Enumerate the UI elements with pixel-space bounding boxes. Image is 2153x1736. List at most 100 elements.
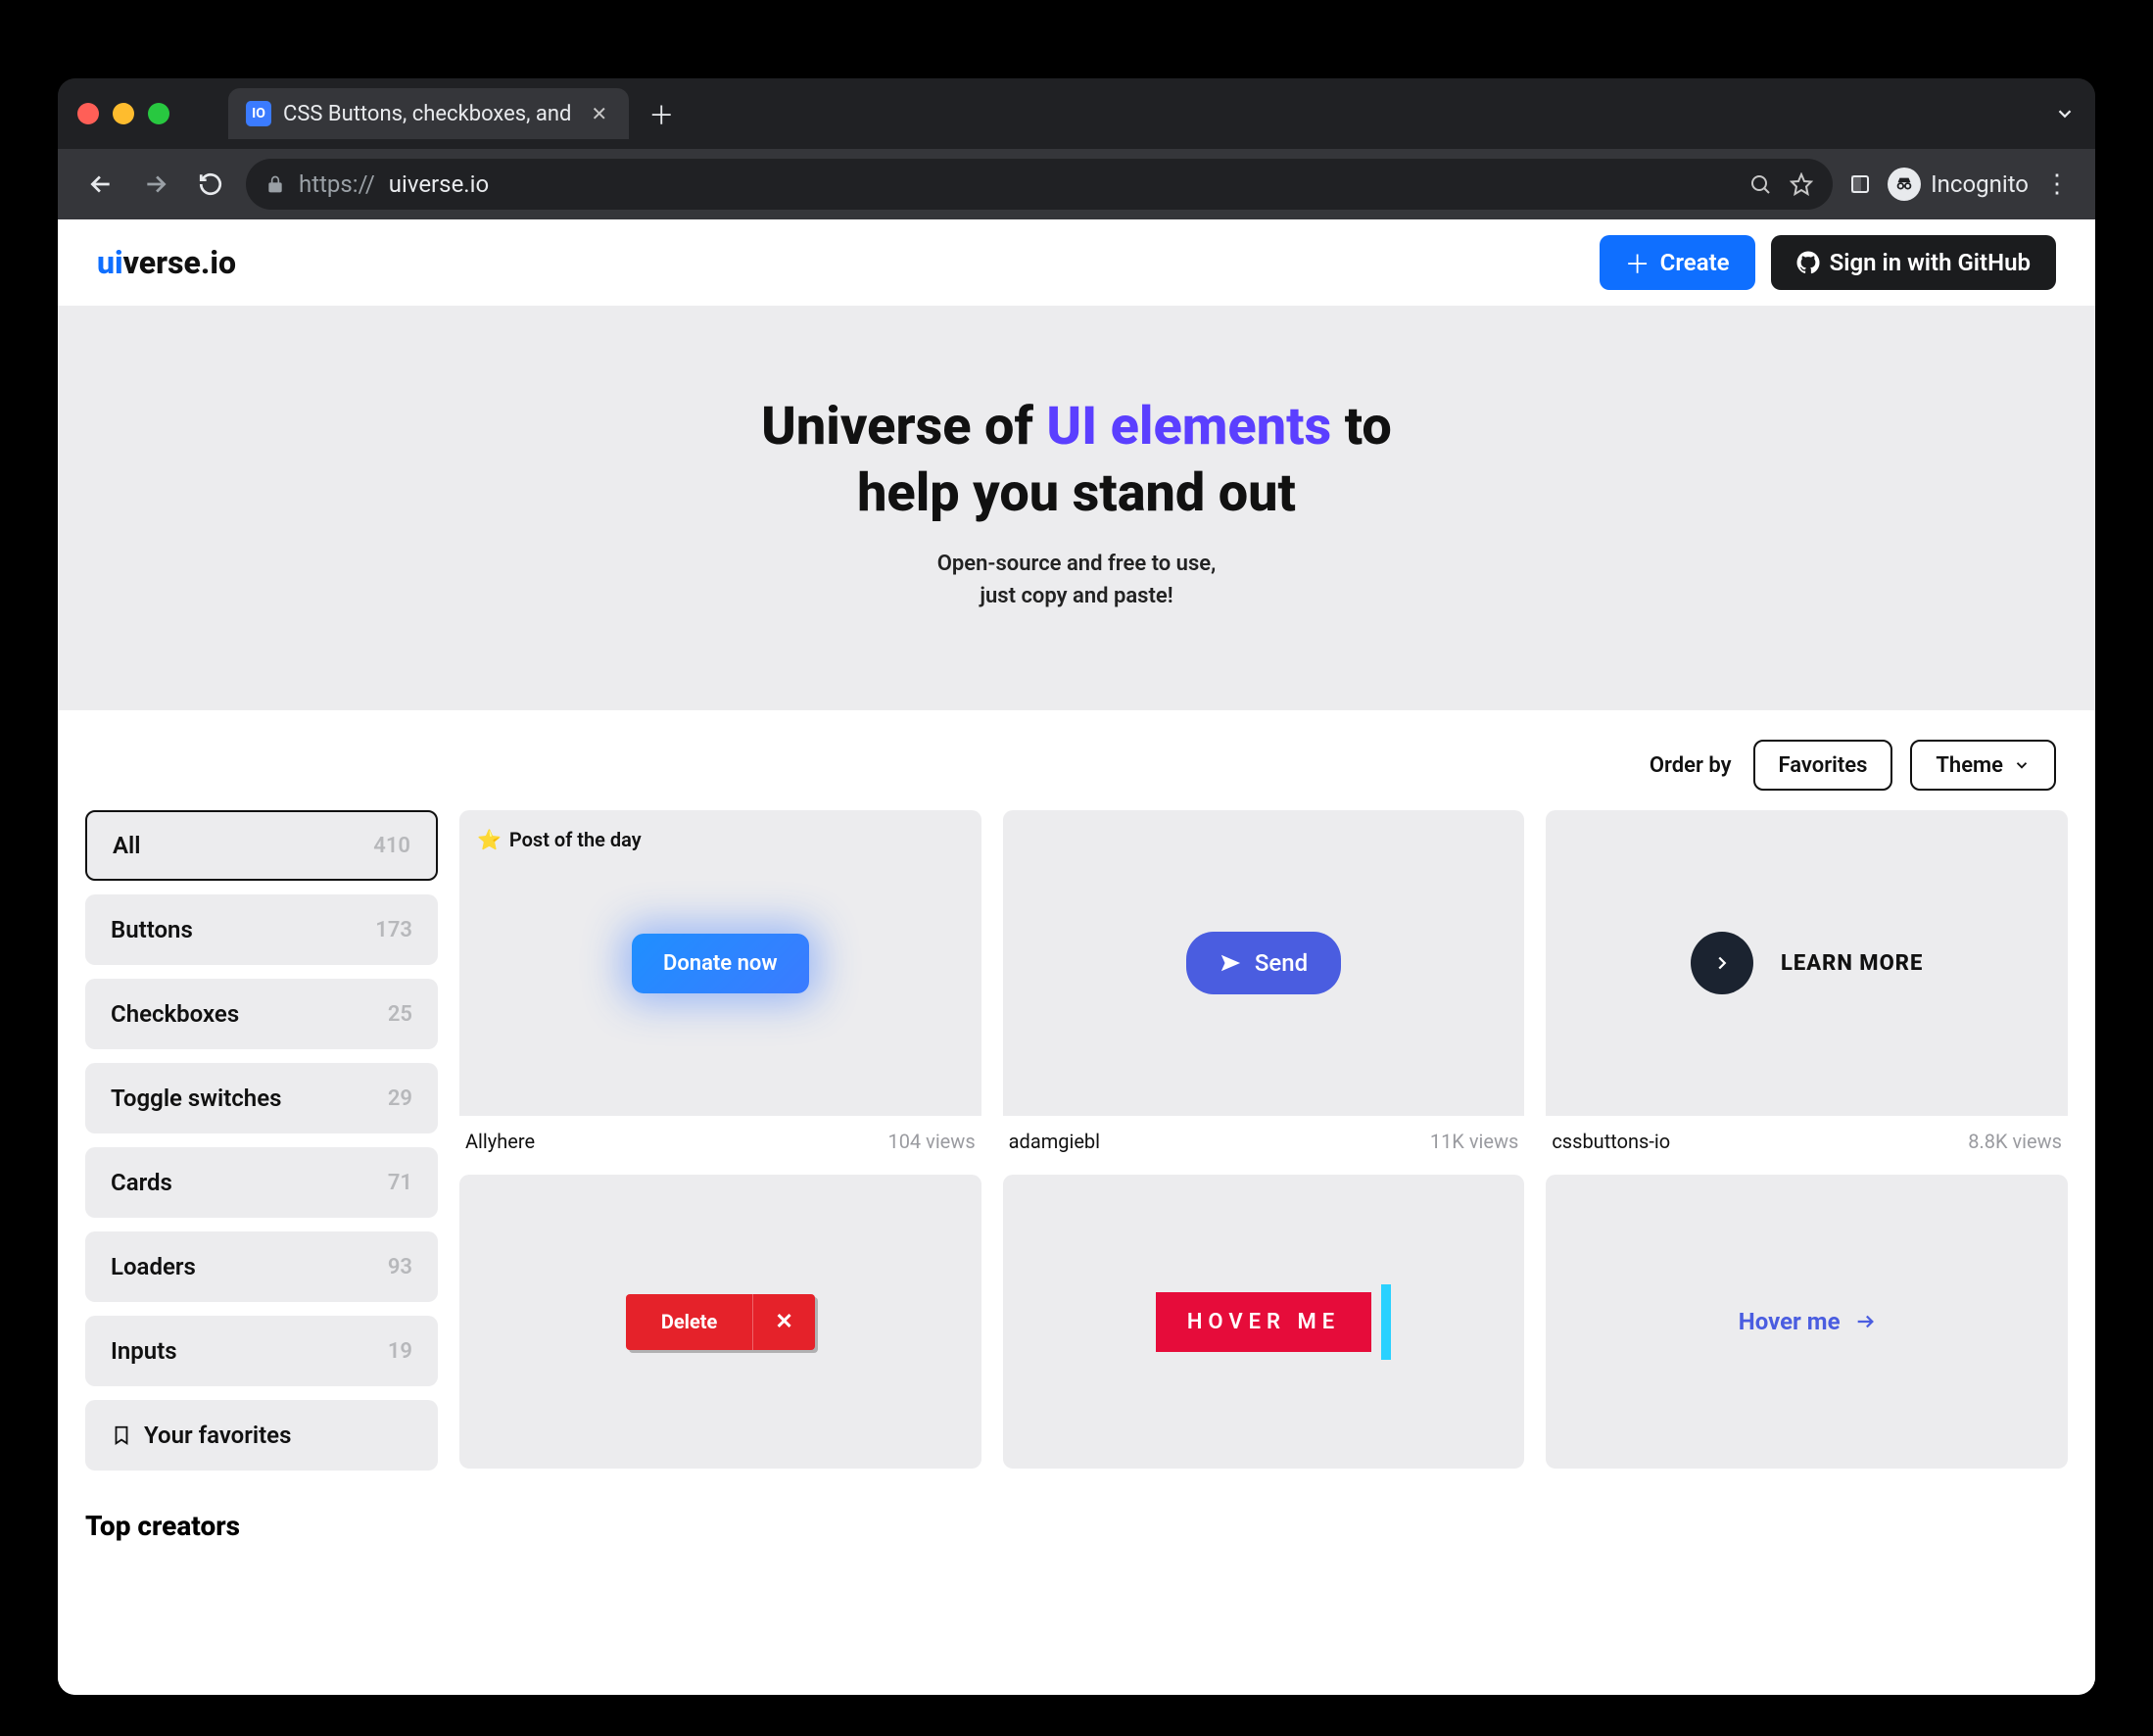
demo-send-button: Send	[1186, 932, 1341, 994]
sidebar-item-count: 25	[388, 1002, 412, 1027]
tabs-overflow-icon[interactable]	[2054, 103, 2076, 124]
arrow-circle-icon	[1691, 932, 1753, 994]
hero-sub2: just copy and paste!	[77, 580, 2076, 612]
logo-prefix: ui	[97, 244, 123, 281]
hero-accent: UI elements	[1046, 396, 1331, 458]
demo-hoverme-label: Hover me	[1739, 1308, 1841, 1335]
browser-window: IO CSS Buttons, checkboxes, and ✕ ＋ http…	[58, 78, 2095, 1695]
element-card[interactable]: Delete ✕	[459, 1175, 981, 1469]
sidebar-item-toggle-switches[interactable]: Toggle switches 29	[85, 1063, 438, 1133]
theme-dropdown[interactable]: Theme	[1910, 740, 2056, 791]
card-views: 104 views	[887, 1130, 975, 1153]
demo-hover-button: HOVER ME	[1156, 1292, 1371, 1352]
logo-rest: verse.io	[123, 244, 236, 281]
demo-send-label: Send	[1255, 949, 1308, 977]
sidebar-item-label: Buttons	[111, 916, 193, 943]
sidebar-item-favorites[interactable]: Your favorites	[85, 1400, 438, 1471]
sidebar-item-count: 19	[388, 1339, 412, 1364]
send-icon	[1220, 952, 1241, 974]
signin-github-button[interactable]: Sign in with GitHub	[1771, 235, 2056, 290]
demo-learn-label: LEARN MORE	[1781, 951, 1923, 976]
demo-learn-more-button: LEARN MORE	[1691, 932, 1923, 994]
theme-label: Theme	[1936, 753, 2003, 778]
address-bar[interactable]: https://uiverse.io	[246, 159, 1833, 210]
sort-dropdown[interactable]: Favorites	[1753, 740, 1893, 791]
browser-menu-icon[interactable]: ⋮	[2044, 169, 2072, 199]
sort-value: Favorites	[1779, 753, 1868, 778]
cards-grid: ⭐ Post of the day Donate now Allyhere 10…	[459, 810, 2068, 1665]
card-author[interactable]: Allyhere	[465, 1130, 535, 1153]
top-creators-heading: Top creators	[85, 1510, 438, 1542]
sidebar-item-label: Checkboxes	[111, 1000, 239, 1028]
incognito-label: Incognito	[1931, 170, 2029, 198]
toolbar-right: Incognito ⋮	[1848, 168, 2072, 201]
element-card[interactable]: HOVER ME	[1003, 1175, 1525, 1469]
create-button[interactable]: ＋ Create	[1600, 235, 1755, 290]
card-views: 8.8K views	[1968, 1130, 2062, 1153]
window-minimize-button[interactable]	[113, 103, 134, 124]
card-author[interactable]: cssbuttons-io	[1552, 1130, 1670, 1153]
sidebar-item-label: Inputs	[111, 1337, 177, 1365]
sidebar-item-buttons[interactable]: Buttons 173	[85, 894, 438, 965]
sidebar-item-cards[interactable]: Cards 71	[85, 1147, 438, 1218]
element-card[interactable]: Send adamgiebl 11K views	[1003, 810, 1525, 1153]
demo-donate-button: Donate now	[632, 934, 809, 993]
bookmark-icon	[111, 1424, 132, 1446]
site-logo[interactable]: uiverse.io	[97, 244, 236, 281]
new-tab-button[interactable]: ＋	[648, 96, 674, 132]
extensions-icon[interactable]	[1848, 172, 1872, 196]
window-close-button[interactable]	[77, 103, 99, 124]
star-icon[interactable]	[1790, 172, 1813, 196]
sidebar-item-label: Your favorites	[144, 1422, 291, 1449]
tab-title: CSS Buttons, checkboxes, and	[283, 102, 571, 126]
tab-strip: IO CSS Buttons, checkboxes, and ✕ ＋	[58, 78, 2095, 149]
sidebar-item-checkboxes[interactable]: Checkboxes 25	[85, 979, 438, 1049]
hero-heading: Universe of UI elements to help you stan…	[77, 394, 2076, 526]
sidebar-item-count: 29	[388, 1086, 412, 1111]
plus-icon: ＋	[1625, 245, 1651, 281]
sidebar-item-inputs[interactable]: Inputs 19	[85, 1316, 438, 1386]
signin-label: Sign in with GitHub	[1830, 249, 2031, 276]
sidebar-item-all[interactable]: All 410	[85, 810, 438, 881]
window-maximize-button[interactable]	[148, 103, 169, 124]
page: uiverse.io ＋ Create Sign in with GitHub …	[58, 219, 2095, 1695]
card-views: 11K views	[1430, 1130, 1519, 1153]
sidebar-item-count: 410	[373, 834, 410, 858]
order-by-label: Order by	[1650, 753, 1732, 778]
close-icon: ✕	[752, 1294, 814, 1350]
sidebar-item-count: 173	[375, 918, 412, 942]
sidebar-item-loaders[interactable]: Loaders 93	[85, 1231, 438, 1302]
sidebar-item-label: Toggle switches	[111, 1085, 281, 1112]
tab-close-icon[interactable]: ✕	[591, 102, 607, 125]
hero-pre: Universe of	[761, 396, 1046, 458]
hero-subtitle: Open-source and free to use, just copy a…	[77, 548, 2076, 612]
browser-toolbar: https://uiverse.io Incognito ⋮	[58, 149, 2095, 219]
element-card[interactable]: Hover me	[1546, 1175, 2068, 1469]
element-card[interactable]: ⭐ Post of the day Donate now Allyhere 10…	[459, 810, 981, 1153]
back-button[interactable]	[81, 165, 120, 204]
incognito-icon	[1888, 168, 1921, 201]
sidebar: All 410 Buttons 173 Checkboxes 25 Toggle…	[85, 810, 438, 1665]
incognito-indicator[interactable]: Incognito	[1888, 168, 2029, 201]
sidebar-item-label: All	[113, 832, 141, 859]
window-controls	[77, 103, 169, 124]
demo-delete-button: Delete ✕	[626, 1294, 815, 1350]
card-author[interactable]: adamgiebl	[1009, 1130, 1100, 1153]
sidebar-item-count: 71	[388, 1171, 412, 1195]
browser-tab[interactable]: IO CSS Buttons, checkboxes, and ✕	[228, 88, 629, 139]
list-controls: Order by Favorites Theme	[58, 710, 2095, 810]
hero-sub1: Open-source and free to use,	[77, 548, 2076, 580]
element-card[interactable]: LEARN MORE cssbuttons-io 8.8K views	[1546, 810, 2068, 1153]
search-icon[interactable]	[1748, 172, 1772, 196]
sidebar-item-count: 93	[388, 1255, 412, 1279]
forward-button[interactable]	[136, 165, 175, 204]
sidebar-item-label: Cards	[111, 1169, 172, 1196]
reload-button[interactable]	[191, 165, 230, 204]
tab-favicon: IO	[246, 101, 271, 126]
demo-hoverme-button: Hover me	[1739, 1308, 1876, 1335]
hero: Universe of UI elements to help you stan…	[58, 306, 2095, 710]
create-label: Create	[1660, 249, 1730, 276]
hero-line2: help you stand out	[857, 462, 1296, 524]
lock-icon	[265, 174, 285, 194]
address-bar-actions	[1748, 172, 1813, 196]
